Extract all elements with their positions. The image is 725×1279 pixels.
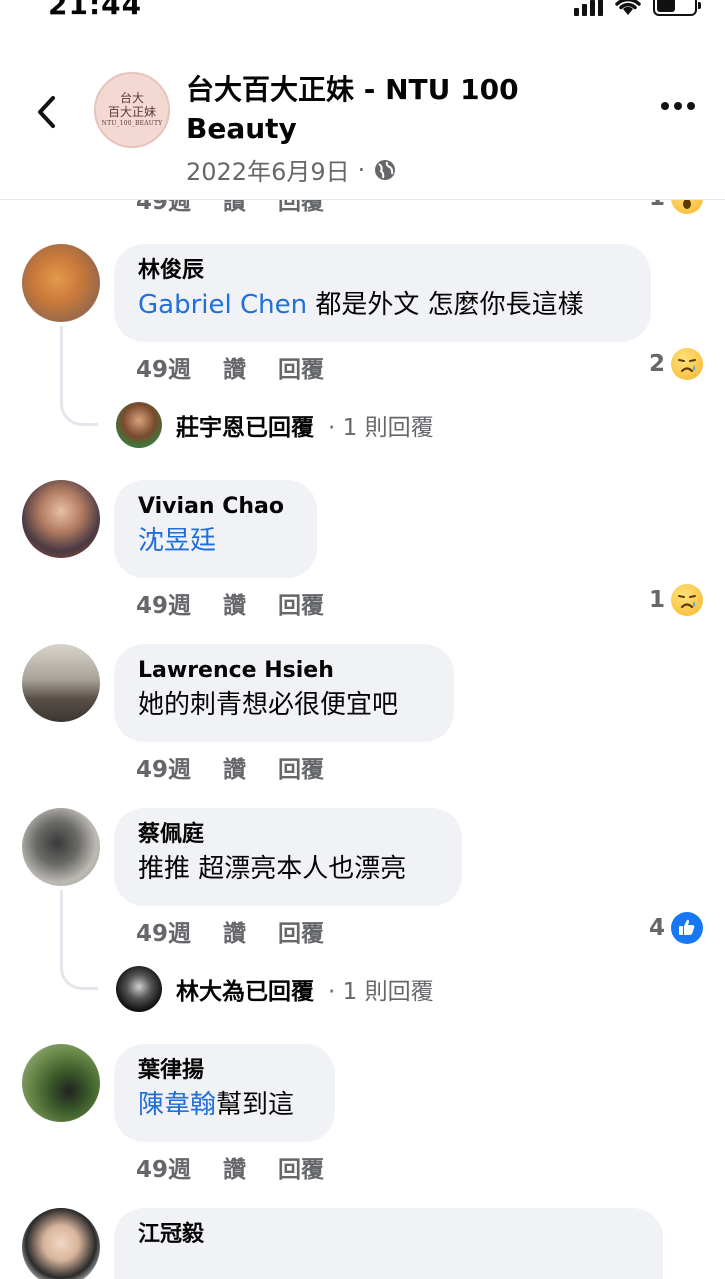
comment-time: 49週 bbox=[136, 200, 192, 215]
comment-bubble: Lawrence Hsieh 她的刺青想必很便宜吧 bbox=[114, 644, 454, 742]
comment-author[interactable]: Lawrence Hsieh bbox=[138, 656, 430, 686]
reply-button[interactable]: 回覆 bbox=[278, 200, 324, 216]
commenter-avatar[interactable] bbox=[22, 244, 100, 322]
reaction-summary[interactable]: 4 bbox=[649, 912, 703, 944]
like-button[interactable]: 讚 bbox=[223, 350, 246, 384]
like-button[interactable]: 讚 bbox=[223, 586, 246, 620]
wow-emoji-icon bbox=[671, 200, 703, 214]
comment-text: 陳韋翰幫到這 bbox=[138, 1086, 311, 1124]
status-bar: 21:44 bbox=[0, 0, 725, 30]
like-thumb-icon bbox=[671, 912, 703, 944]
comment-bubble: 蔡佩庭 推推 超漂亮本人也漂亮 bbox=[114, 808, 462, 906]
commenter-avatar[interactable] bbox=[22, 1208, 100, 1279]
comment-time: 49週 bbox=[136, 1157, 192, 1183]
back-button[interactable] bbox=[28, 90, 64, 134]
like-button[interactable]: 讚 bbox=[223, 200, 246, 216]
comments-list: 49週 讚 回覆 1 林俊辰 Gabriel Chen 都是外文 怎麼你長這樣 … bbox=[0, 200, 725, 1279]
battery-icon bbox=[653, 0, 701, 16]
post-header: 台大 百大正妹 NTU_100_BEAUTY 台大百大正妹 - NTU 100 … bbox=[0, 40, 725, 200]
meta-separator: · bbox=[357, 155, 366, 184]
comment-text: 推推 超漂亮本人也漂亮 bbox=[138, 854, 407, 884]
comment-author[interactable]: 蔡佩庭 bbox=[138, 820, 438, 850]
reply-button[interactable]: 回覆 bbox=[278, 1150, 324, 1184]
reaction-summary[interactable]: 1 bbox=[649, 584, 703, 616]
signal-icon bbox=[574, 0, 603, 16]
comment-author[interactable]: Vivian Chao bbox=[138, 492, 293, 522]
comment-actions: 49週 讚 回覆 bbox=[136, 1150, 324, 1184]
status-time: 21:44 bbox=[48, 0, 143, 21]
comment-text: Gabriel Chen 都是外文 怎麼你長這樣 bbox=[138, 286, 627, 324]
comment-bubble: 林俊辰 Gabriel Chen 都是外文 怎麼你長這樣 bbox=[114, 244, 651, 342]
commenter-avatar[interactable] bbox=[22, 808, 100, 886]
page-avatar[interactable]: 台大 百大正妹 NTU_100_BEAUTY bbox=[94, 72, 170, 148]
comment-bubble: 葉律揚 陳韋翰幫到這 bbox=[114, 1044, 335, 1142]
page-name[interactable]: 台大百大正妹 - NTU 100 Beauty bbox=[186, 70, 566, 148]
globe-icon bbox=[375, 159, 396, 180]
thread-connector bbox=[60, 890, 98, 990]
comment-time: 49週 bbox=[136, 757, 192, 783]
comment-bubble: Vivian Chao 沈昱廷 bbox=[114, 480, 317, 578]
comment-time: 49週 bbox=[136, 593, 192, 619]
replies-link[interactable]: 莊宇恩已回覆 · 1 則回覆 bbox=[116, 402, 434, 448]
commenter-avatar[interactable] bbox=[22, 644, 100, 722]
comment-actions: 49週 讚 回覆 bbox=[136, 750, 324, 784]
avatar-text-line2: 百大正妹 bbox=[107, 105, 156, 119]
comment-text: 沈昱廷 bbox=[138, 522, 293, 560]
sad-emoji-icon bbox=[671, 348, 703, 380]
reaction-count: 1 bbox=[648, 587, 665, 613]
like-button[interactable]: 讚 bbox=[223, 914, 246, 948]
like-button[interactable]: 讚 bbox=[223, 750, 246, 784]
comment-body: 幫到這 bbox=[216, 1090, 295, 1120]
reaction-count: 1 bbox=[649, 200, 665, 211]
thread-connector bbox=[60, 326, 98, 426]
avatar-text-line3: NTU_100_BEAUTY bbox=[101, 120, 163, 127]
reply-button[interactable]: 回覆 bbox=[278, 586, 324, 620]
reply-author: 莊宇恩已回覆 bbox=[176, 415, 314, 441]
reply-count: · 1 則回覆 bbox=[328, 415, 434, 441]
post-meta: 2022年6月9日 · bbox=[186, 152, 397, 187]
comment-actions: 49週 讚 回覆 bbox=[136, 350, 324, 384]
comment-time: 49週 bbox=[136, 921, 192, 947]
status-icons bbox=[574, 0, 701, 16]
post-date[interactable]: 2022年6月9日 bbox=[186, 152, 350, 187]
comment-mention[interactable]: 沈昱廷 bbox=[138, 526, 216, 556]
comment-actions: 49週 讚 回覆 bbox=[136, 914, 324, 948]
comment-bubble: 江冠毅 bbox=[114, 1208, 663, 1279]
comment-author[interactable]: 葉律揚 bbox=[138, 1056, 311, 1086]
comment-time: 49週 bbox=[136, 357, 192, 383]
commenter-avatar[interactable] bbox=[22, 1044, 100, 1122]
comment-body: 都是外文 怎麼你長這樣 bbox=[307, 290, 584, 320]
reply-author: 林大為已回覆 bbox=[176, 979, 314, 1005]
reply-button[interactable]: 回覆 bbox=[278, 914, 324, 948]
commenter-avatar[interactable] bbox=[22, 480, 100, 558]
comment-actions: 49週 讚 回覆 bbox=[136, 586, 324, 620]
avatar-text-line1: 台大 bbox=[119, 91, 144, 105]
comment-author[interactable]: 江冠毅 bbox=[138, 1220, 639, 1250]
wifi-icon bbox=[615, 0, 641, 15]
reaction-count: 2 bbox=[648, 351, 665, 377]
partial-comment-actions: 49週 讚 回覆 bbox=[136, 200, 324, 216]
chevron-left-icon bbox=[38, 96, 55, 128]
reply-button[interactable]: 回覆 bbox=[278, 350, 324, 384]
comment-mention[interactable]: 陳韋翰 bbox=[138, 1090, 216, 1120]
more-options-button[interactable] bbox=[661, 102, 695, 110]
reply-count: · 1 則回覆 bbox=[328, 979, 434, 1005]
replies-link[interactable]: 林大為已回覆 · 1 則回覆 bbox=[116, 966, 434, 1012]
reaction-count: 4 bbox=[648, 915, 665, 941]
reply-button[interactable]: 回覆 bbox=[278, 750, 324, 784]
reaction-summary[interactable]: 2 bbox=[649, 348, 703, 380]
comment-text: 她的刺青想必很便宜吧 bbox=[138, 690, 399, 720]
sad-emoji-icon bbox=[671, 584, 703, 616]
like-button[interactable]: 讚 bbox=[223, 1150, 246, 1184]
reaction-summary[interactable]: 1 bbox=[649, 200, 703, 214]
reply-avatar bbox=[116, 966, 162, 1012]
comment-author[interactable]: 林俊辰 bbox=[138, 256, 627, 286]
reply-avatar bbox=[116, 402, 162, 448]
comment-mention[interactable]: Gabriel Chen bbox=[138, 290, 307, 320]
